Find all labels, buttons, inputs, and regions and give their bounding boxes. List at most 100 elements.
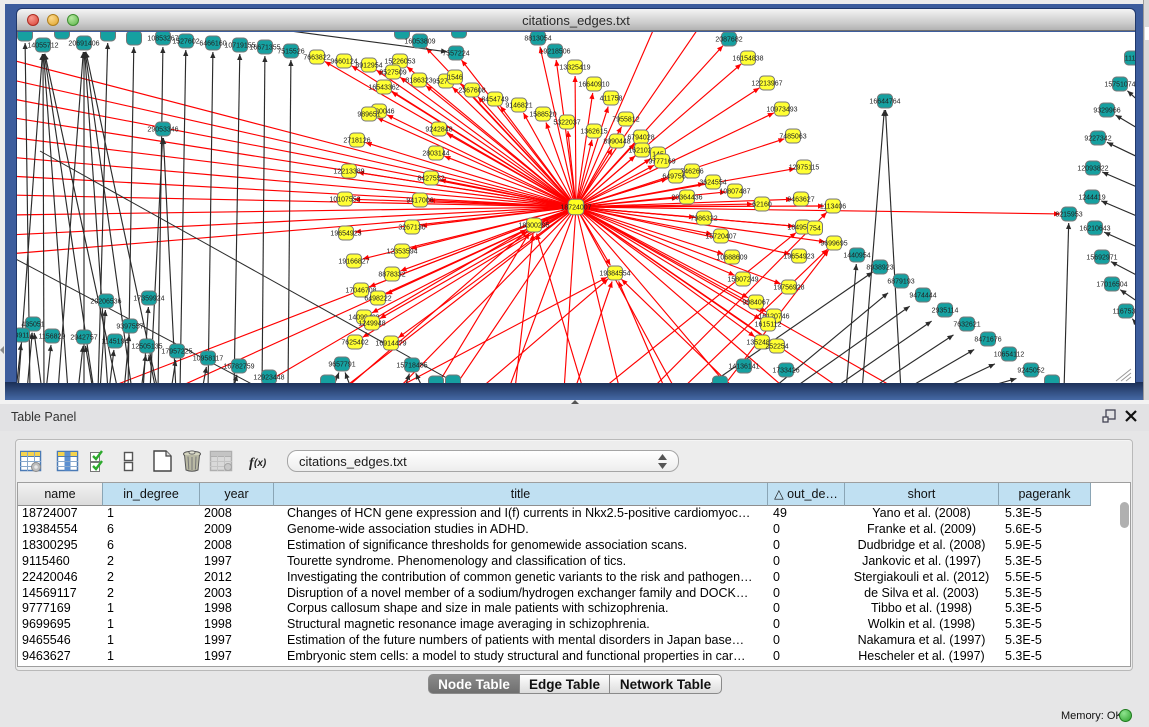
svg-text:3267130: 3267130 xyxy=(398,225,425,232)
svg-text:19654923: 19654923 xyxy=(330,231,361,238)
svg-text:9245052: 9245052 xyxy=(1017,368,1044,375)
svg-text:8427552: 8427552 xyxy=(417,176,444,183)
svg-text:12213967: 12213967 xyxy=(751,81,782,88)
svg-text:16644764: 16644764 xyxy=(869,99,900,106)
svg-text:12213389: 12213389 xyxy=(333,169,364,176)
svg-text:15226053: 15226053 xyxy=(384,59,415,66)
svg-text:16782759: 16782759 xyxy=(223,364,254,371)
svg-text:7663822: 7663822 xyxy=(303,55,330,62)
svg-text:7625402: 7625402 xyxy=(341,340,368,347)
svg-text:746266: 746266 xyxy=(680,169,703,176)
svg-text:8878332: 8878332 xyxy=(378,272,405,279)
svg-text:16154838: 16154838 xyxy=(732,56,763,63)
svg-text:16543362: 16543362 xyxy=(368,85,399,92)
svg-text:8912954: 8912954 xyxy=(355,63,382,70)
svg-text:20364436: 20364436 xyxy=(671,195,702,202)
svg-text:12353594: 12353594 xyxy=(386,249,417,256)
svg-text:6794028: 6794028 xyxy=(627,135,654,142)
svg-text:9660124: 9660124 xyxy=(330,59,357,66)
svg-text:15751074: 15751074 xyxy=(1104,82,1135,89)
svg-text:6466160: 6466160 xyxy=(199,41,226,48)
svg-text:10688609: 10688609 xyxy=(716,255,747,262)
svg-text:7632621: 7632621 xyxy=(953,322,980,329)
svg-text:1362615: 1362615 xyxy=(580,129,607,136)
svg-text:1145194: 1145194 xyxy=(102,339,129,346)
svg-text:9527509: 9527509 xyxy=(379,70,406,77)
svg-text:9329966: 9329966 xyxy=(1093,108,1120,115)
svg-text:1440954: 1440954 xyxy=(843,253,870,260)
svg-text:2935114: 2935114 xyxy=(932,308,959,315)
svg-text:12975115: 12975115 xyxy=(789,165,820,172)
svg-text:252254: 252254 xyxy=(765,344,788,351)
svg-text:9146821: 9146821 xyxy=(505,103,532,110)
svg-text:9084067: 9084067 xyxy=(742,300,769,307)
svg-text:9417006: 9417006 xyxy=(406,198,433,205)
svg-text:2803144: 2803144 xyxy=(422,151,449,158)
svg-text:10107553: 10107553 xyxy=(329,197,360,204)
svg-text:10973493: 10973493 xyxy=(766,107,797,114)
svg-text:14136141: 14136141 xyxy=(728,364,759,371)
svg-text:5322037: 5322037 xyxy=(553,120,580,127)
svg-text:19654923: 19654923 xyxy=(783,254,814,261)
svg-text:(x): (x) xyxy=(254,458,267,469)
svg-text:989651: 989651 xyxy=(357,112,380,119)
svg-text:6498222: 6498222 xyxy=(364,296,391,303)
svg-text:14055712: 14055712 xyxy=(27,43,58,50)
svg-text:16053809: 16053809 xyxy=(404,39,435,46)
svg-text:8471676: 8471676 xyxy=(974,337,1001,344)
svg-text:16671355: 16671355 xyxy=(249,45,280,52)
svg-text:8813054: 8813054 xyxy=(524,36,551,43)
svg-text:435051: 435051 xyxy=(21,322,44,329)
svg-text:16640910: 16640910 xyxy=(578,82,609,89)
svg-text:754: 754 xyxy=(809,226,821,233)
svg-text:9227342: 9227342 xyxy=(1084,136,1111,143)
svg-text:20691406: 20691406 xyxy=(68,41,99,48)
svg-text:10958117: 10958117 xyxy=(193,356,224,363)
svg-text:15807249: 15807249 xyxy=(727,277,758,284)
svg-text:1244419: 1244419 xyxy=(1078,195,1105,202)
svg-text:7955812: 7955812 xyxy=(612,117,639,124)
svg-text:1546: 1546 xyxy=(447,75,463,82)
svg-text:15718485: 15718485 xyxy=(396,363,427,370)
svg-text:9474444: 9474444 xyxy=(909,293,936,300)
svg-text:7485063: 7485063 xyxy=(779,134,806,141)
svg-text:411758: 411758 xyxy=(600,96,623,103)
svg-text:13325419: 13325419 xyxy=(559,65,590,72)
svg-text:19218506: 19218506 xyxy=(539,49,570,56)
svg-text:8186323: 8186323 xyxy=(405,78,432,85)
svg-text:1733426: 1733426 xyxy=(772,368,799,375)
svg-text:62160: 62160 xyxy=(752,202,772,209)
svg-text:1117: 1117 xyxy=(1125,56,1135,63)
svg-text:2942757: 2942757 xyxy=(70,335,97,342)
svg-text:6879193: 6879193 xyxy=(887,279,914,286)
svg-text:18724007: 18724007 xyxy=(560,205,591,212)
svg-text:7986322: 7986322 xyxy=(690,216,717,223)
svg-text:9463627: 9463627 xyxy=(787,197,814,204)
svg-text:10807487: 10807487 xyxy=(719,189,750,196)
svg-text:12505135: 12505135 xyxy=(131,344,162,351)
svg-text:29053346: 29053346 xyxy=(147,127,178,134)
svg-text:19756928: 19756928 xyxy=(773,285,804,292)
svg-text:1167533: 1167533 xyxy=(1113,309,1135,316)
svg-text:7557224: 7557224 xyxy=(442,51,469,58)
svg-text:16914479: 16914479 xyxy=(375,341,406,348)
svg-text:16210643: 16210643 xyxy=(1079,226,1110,233)
svg-text:15720407: 15720407 xyxy=(705,234,736,241)
svg-text:9397557: 9397557 xyxy=(116,324,143,331)
svg-text:9699695: 9699695 xyxy=(820,241,847,248)
svg-text:1588520: 1588520 xyxy=(529,112,556,119)
svg-text:19384554: 19384554 xyxy=(599,271,630,278)
svg-text:939114: 939114 xyxy=(17,333,34,340)
svg-text:12093822: 12093822 xyxy=(1077,166,1108,173)
svg-text:1113406: 1113406 xyxy=(820,204,846,211)
svg-text:3624554: 3624554 xyxy=(699,180,726,187)
svg-text:8938923: 8938923 xyxy=(866,265,893,272)
svg-text:2718126: 2718126 xyxy=(343,138,370,145)
svg-text:12923448: 12923448 xyxy=(253,375,284,382)
svg-text:15692971: 15692971 xyxy=(1086,255,1117,262)
svg-text:1249948: 1249948 xyxy=(358,321,385,328)
svg-text:1615112: 1615112 xyxy=(755,322,782,329)
svg-text:2367608: 2367608 xyxy=(458,88,485,95)
svg-text:17957225: 17957225 xyxy=(161,349,192,356)
svg-text:7515526: 7515526 xyxy=(277,49,304,56)
